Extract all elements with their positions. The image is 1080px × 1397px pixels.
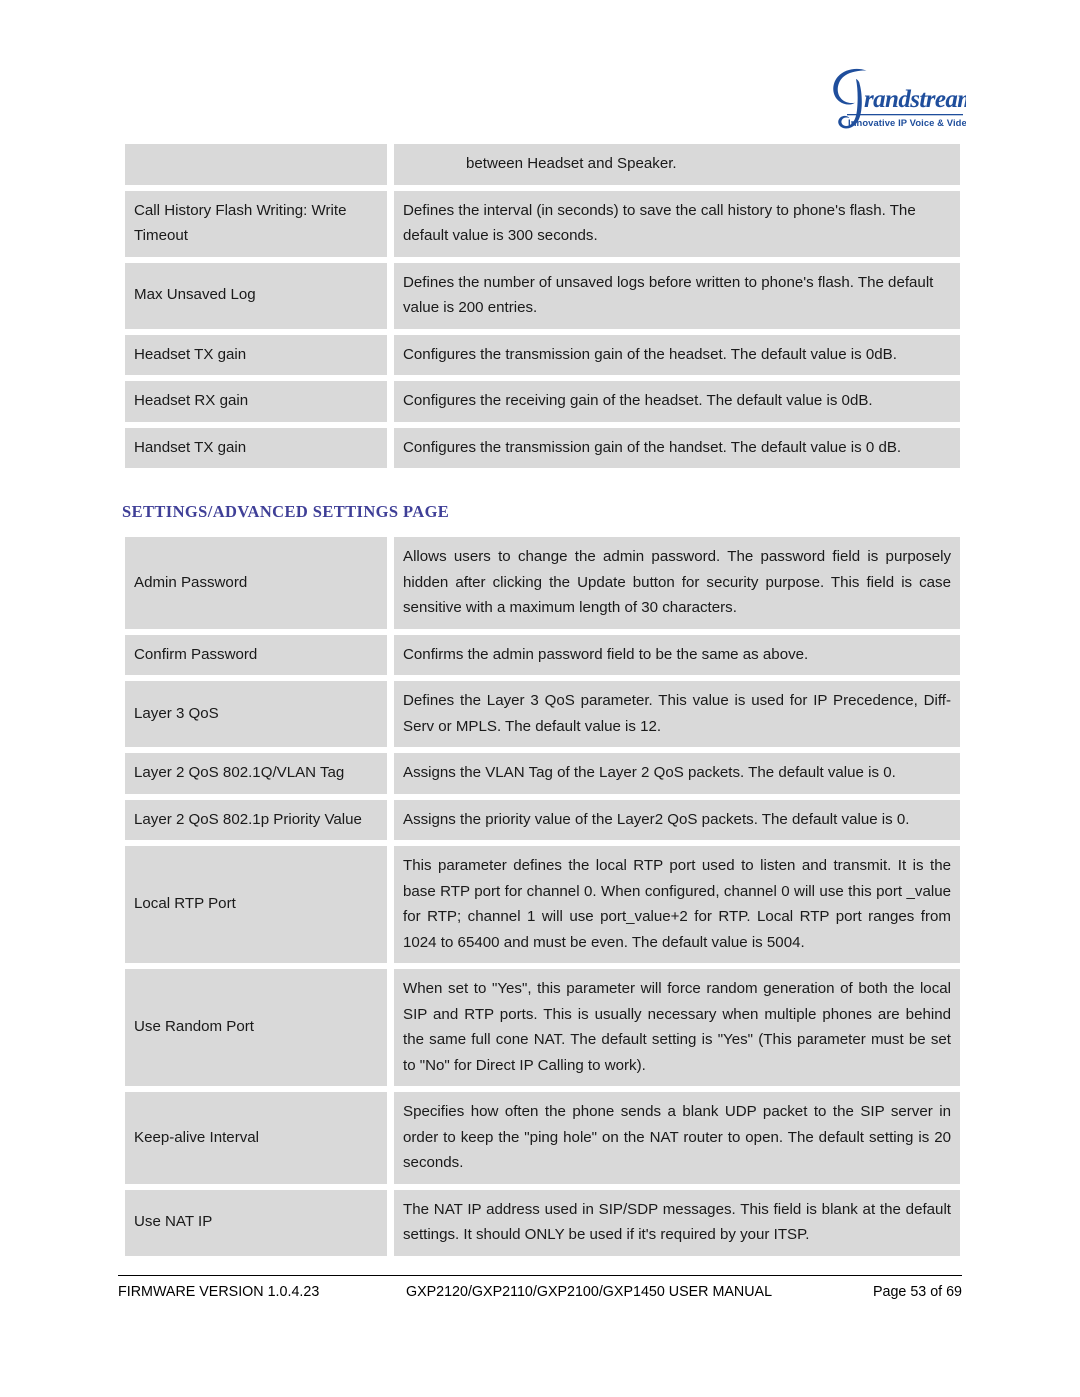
table-row: Use NAT IP The NAT IP address used in SI… bbox=[125, 1189, 960, 1256]
setting-description: Defines the number of unsaved logs befor… bbox=[394, 262, 960, 329]
setting-description: Specifies how often the phone sends a bl… bbox=[394, 1092, 960, 1184]
setting-label: Admin Password bbox=[125, 537, 387, 629]
table-row: Handset TX gain Configures the transmiss… bbox=[125, 427, 960, 468]
table-row: Layer 2 QoS 802.1Q/VLAN Tag Assigns the … bbox=[125, 753, 960, 794]
table-row: Headset TX gain Configures the transmiss… bbox=[125, 334, 960, 375]
page-footer: FIRMWARE VERSION 1.0.4.23 GXP2120/GXP211… bbox=[118, 1281, 962, 1303]
table-row: Admin Password Allows users to change th… bbox=[125, 537, 960, 629]
setting-description: This parameter defines the local RTP por… bbox=[394, 846, 960, 963]
setting-description: Defines the Layer 3 QoS parameter. This … bbox=[394, 681, 960, 747]
setting-label: Handset TX gain bbox=[125, 427, 387, 468]
table-row: Use Random Port When set to "Yes", this … bbox=[125, 969, 960, 1086]
setting-label: Keep-alive Interval bbox=[125, 1092, 387, 1184]
setting-description: between Headset and Speaker. bbox=[394, 144, 960, 185]
setting-label: Layer 2 QoS 802.1p Priority Value bbox=[125, 799, 387, 840]
table-row: Local RTP Port This parameter defines th… bbox=[125, 846, 960, 963]
table-row: Layer 2 QoS 802.1p Priority Value Assign… bbox=[125, 799, 960, 840]
setting-description: Configures the receiving gain of the hea… bbox=[394, 381, 960, 422]
setting-description: Configures the transmission gain of the … bbox=[394, 334, 960, 375]
table-row: Headset RX gain Configures the receiving… bbox=[125, 381, 960, 422]
footer-page-number: Page 53 of 69 bbox=[872, 1284, 962, 1300]
svg-text:randstream: randstream bbox=[864, 86, 966, 113]
setting-label: Local RTP Port bbox=[125, 846, 387, 963]
setting-label: Headset RX gain bbox=[125, 381, 387, 422]
setting-label: Confirm Password bbox=[125, 634, 387, 675]
setting-description: Defines the interval (in seconds) to sav… bbox=[394, 190, 960, 257]
setting-label: Call History Flash Writing: Write Timeou… bbox=[125, 190, 387, 257]
setting-label bbox=[125, 144, 387, 185]
table-row: Call History Flash Writing: Write Timeou… bbox=[125, 190, 960, 257]
document-page: randstream Innovative IP Voice & Video b… bbox=[0, 0, 1080, 1397]
setting-label: Max Unsaved Log bbox=[125, 262, 387, 329]
advanced-settings-table: Admin Password Allows users to change th… bbox=[118, 531, 967, 1262]
setting-description: Allows users to change the admin passwor… bbox=[394, 537, 960, 629]
svg-text:Innovative IP Voice & Video: Innovative IP Voice & Video bbox=[848, 117, 966, 128]
setting-description: Configures the transmission gain of the … bbox=[394, 427, 960, 468]
footer-manual-title: GXP2120/GXP2110/GXP2100/GXP1450 USER MAN… bbox=[405, 1284, 773, 1300]
footer-divider bbox=[118, 1275, 962, 1276]
grandstream-logo: randstream Innovative IP Voice & Video bbox=[826, 62, 966, 134]
setting-label: Layer 3 QoS bbox=[125, 681, 387, 747]
setting-description: Confirms the admin password field to be … bbox=[394, 634, 960, 675]
table-row: Confirm Password Confirms the admin pass… bbox=[125, 634, 960, 675]
grandstream-logo-icon: randstream Innovative IP Voice & Video bbox=[833, 68, 966, 129]
setting-label: Headset TX gain bbox=[125, 334, 387, 375]
setting-description: Assigns the priority value of the Layer2… bbox=[394, 799, 960, 840]
footer-firmware-version: FIRMWARE VERSION 1.0.4.23 bbox=[118, 1284, 320, 1300]
setting-description: When set to "Yes", this parameter will f… bbox=[394, 969, 960, 1086]
table-row: Layer 3 QoS Defines the Layer 3 QoS para… bbox=[125, 681, 960, 747]
setting-label: Layer 2 QoS 802.1Q/VLAN Tag bbox=[125, 753, 387, 794]
section-heading: SETTINGS/ADVANCED SETTINGS PAGE bbox=[122, 502, 450, 521]
audio-settings-table: between Headset and Speaker. Call Histor… bbox=[118, 138, 967, 474]
table-row: between Headset and Speaker. bbox=[125, 144, 960, 185]
table-row: Keep-alive Interval Specifies how often … bbox=[125, 1092, 960, 1184]
setting-description: Assigns the VLAN Tag of the Layer 2 QoS … bbox=[394, 753, 960, 794]
setting-label: Use NAT IP bbox=[125, 1189, 387, 1256]
setting-label: Use Random Port bbox=[125, 969, 387, 1086]
setting-description: The NAT IP address used in SIP/SDP messa… bbox=[394, 1189, 960, 1256]
table-row: Max Unsaved Log Defines the number of un… bbox=[125, 262, 960, 329]
